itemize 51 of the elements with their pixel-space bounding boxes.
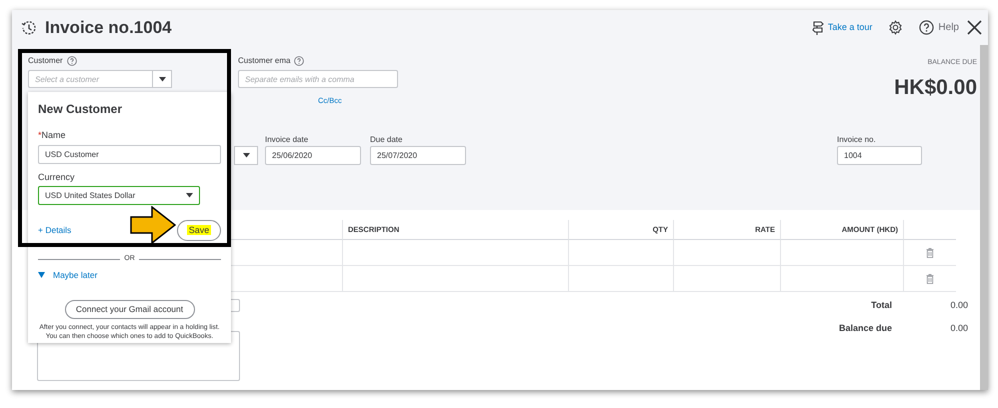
field-label: Customer bbox=[28, 55, 63, 67]
maybe-later-link[interactable]: Maybe later bbox=[53, 268, 98, 282]
table-cell[interactable] bbox=[569, 240, 674, 266]
gmail-button[interactable]: Connect your Gmail account bbox=[64, 300, 194, 320]
table-cell[interactable] bbox=[674, 240, 781, 266]
email-field[interactable]: Separate emails with a comma bbox=[238, 70, 398, 88]
customer-field[interactable]: Select a customer bbox=[28, 70, 152, 88]
field-label: Invoice date bbox=[265, 134, 308, 146]
terms-dropdown[interactable] bbox=[234, 146, 258, 165]
field-label: Due date bbox=[370, 134, 402, 146]
table-cell[interactable] bbox=[674, 266, 781, 292]
currency-select[interactable]: USD United States Dollar bbox=[38, 186, 200, 205]
window-title: Invoice no.1004 bbox=[45, 16, 172, 39]
required-mark: * bbox=[38, 129, 42, 142]
trash-icon[interactable] bbox=[926, 248, 934, 258]
total-value: 0.00 bbox=[949, 322, 968, 335]
help-icon[interactable] bbox=[294, 56, 304, 66]
total-label: Balance due bbox=[838, 322, 892, 335]
name-field[interactable]: USD Customer bbox=[38, 144, 221, 164]
details-link[interactable]: + Details bbox=[38, 224, 72, 237]
table-cell[interactable] bbox=[569, 266, 674, 292]
total-value: 0.00 bbox=[949, 298, 968, 312]
table-cell[interactable] bbox=[343, 240, 569, 266]
help-icon[interactable] bbox=[919, 20, 934, 35]
total-label: Total bbox=[870, 298, 892, 312]
take-tour-link[interactable]: Take a tour bbox=[828, 20, 872, 34]
scrollbar[interactable] bbox=[980, 45, 988, 390]
arrow-annotation bbox=[130, 206, 176, 244]
history-icon bbox=[21, 20, 37, 36]
table-cell[interactable] bbox=[781, 240, 904, 266]
field-label: Customer ema bbox=[238, 55, 290, 67]
table-cell[interactable] bbox=[343, 266, 569, 292]
caret-icon bbox=[242, 153, 250, 158]
close-icon[interactable] bbox=[967, 20, 982, 35]
caret-icon[interactable] bbox=[158, 76, 166, 82]
invoice-number-field[interactable]: 1004 bbox=[837, 146, 922, 165]
field-label: Name bbox=[42, 129, 66, 142]
help-icon[interactable] bbox=[66, 56, 77, 66]
date-field[interactable]: 25/06/2020 bbox=[265, 146, 361, 165]
field-label: Currency bbox=[38, 170, 76, 184]
signpost-icon bbox=[812, 20, 824, 34]
table-cell[interactable] bbox=[781, 266, 904, 292]
field-label: Invoice no. bbox=[837, 134, 876, 146]
balance-amount: HK$0.00 bbox=[894, 75, 977, 101]
settings-icon[interactable] bbox=[888, 20, 904, 35]
trash-icon[interactable] bbox=[926, 274, 934, 284]
caret-icon bbox=[186, 193, 193, 198]
help-label[interactable]: Help bbox=[938, 20, 959, 35]
save-button[interactable]: Save bbox=[177, 220, 221, 241]
popover-title: New Customer bbox=[38, 101, 124, 118]
date-field[interactable]: 25/07/2020 bbox=[370, 146, 466, 165]
